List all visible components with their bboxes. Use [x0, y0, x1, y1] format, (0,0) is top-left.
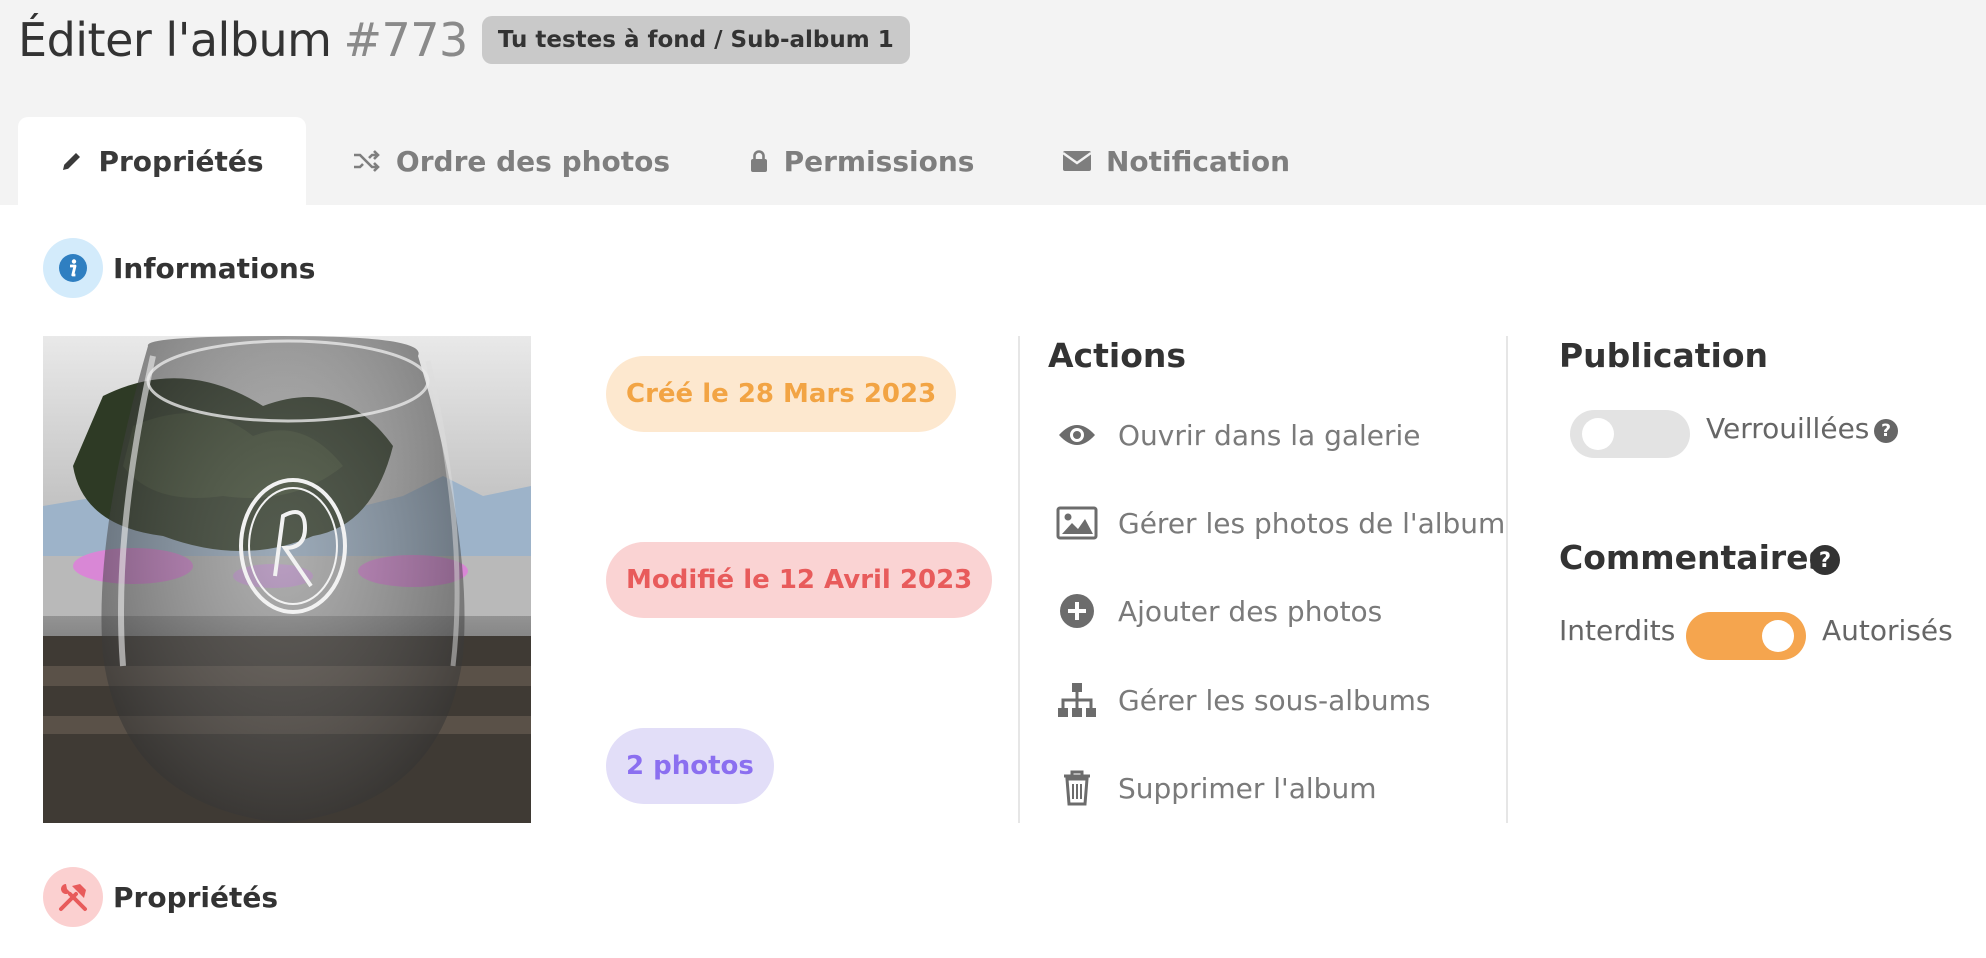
created-date-badge: Créé le 28 Mars 2023 [606, 356, 957, 432]
page-title: Éditer l'album [18, 13, 332, 67]
tab-ordre-photos[interactable]: Ordre des photos [306, 117, 716, 205]
envelope-icon [1062, 149, 1092, 173]
album-cover-image [43, 336, 531, 823]
album-path-badge: Tu testes à fond / Sub-album 1 [481, 16, 910, 64]
title-row: Éditer l'album #773 Tu testes à fond / S… [18, 10, 910, 70]
open-in-gallery-action[interactable]: Ouvrir dans la galerie [1054, 410, 1421, 460]
props-icon-circle [43, 867, 103, 927]
tab-label: Notification [1105, 144, 1291, 178]
tab-notification[interactable]: Notification [1006, 117, 1306, 205]
section-title: Informations [113, 251, 316, 285]
pencil-icon [60, 149, 84, 173]
comments-title: Commentaires [1559, 538, 1829, 577]
toggle-knob [1762, 620, 1794, 652]
locked-label: Verrouillées [1706, 412, 1870, 445]
tab-permissions[interactable]: Permissions [716, 117, 1006, 205]
add-photos-action[interactable]: Ajouter des photos [1054, 586, 1382, 636]
tab-label: Permissions [783, 144, 975, 178]
action-label: Ajouter des photos [1118, 594, 1383, 628]
hammer-wrench-icon [59, 884, 87, 911]
photo-count-badge: 2 photos [606, 728, 774, 804]
section-title: Propriétés [113, 880, 279, 914]
comments-on-label: Autorisés [1822, 614, 1953, 647]
publication-title: Publication [1559, 336, 1769, 375]
help-icon[interactable]: ? [1874, 419, 1898, 443]
tab-proprietes[interactable]: Propriétés [18, 117, 306, 205]
comments-off-label: Interdits [1559, 614, 1676, 647]
action-label: Gérer les sous-albums [1118, 683, 1431, 717]
modified-date-badge: Modifié le 12 Avril 2023 [606, 542, 993, 618]
manage-sub-albums-action[interactable]: Gérer les sous-albums [1054, 675, 1430, 725]
shuffle-icon [352, 149, 382, 173]
plus-circle-icon [1054, 591, 1100, 631]
tab-bar: Propriétés Ordre des photos Permissions … [18, 117, 1306, 205]
comments-toggle[interactable] [1686, 612, 1806, 660]
manage-album-photos-action[interactable]: Gérer les photos de l'album [1054, 498, 1505, 548]
sitemap-icon [1054, 680, 1100, 720]
eye-icon [1054, 415, 1100, 455]
proprietes-header: Propriétés [43, 867, 278, 927]
info-icon [59, 254, 87, 282]
delete-album-action[interactable]: Supprimer l'album [1054, 763, 1376, 813]
tab-label: Ordre des photos [395, 144, 671, 178]
locked-toggle[interactable] [1570, 410, 1690, 458]
column-divider [1018, 336, 1020, 823]
column-divider [1506, 336, 1508, 823]
album-id: #773 [343, 13, 468, 67]
info-icon-circle [43, 238, 103, 298]
action-label: Supprimer l'album [1118, 771, 1377, 805]
actions-title: Actions [1048, 336, 1186, 375]
page-header: Éditer l'album #773 Tu testes à fond / S… [0, 0, 1986, 205]
informations-header: Informations [43, 238, 315, 298]
action-label: Ouvrir dans la galerie [1118, 418, 1421, 452]
action-label: Gérer les photos de l'album [1118, 506, 1506, 540]
image-icon [1054, 503, 1100, 543]
lock-icon [748, 149, 770, 173]
help-icon[interactable]: ? [1810, 545, 1840, 575]
tab-label: Propriétés [98, 144, 264, 178]
trash-icon [1054, 768, 1100, 808]
toggle-knob [1582, 418, 1614, 450]
